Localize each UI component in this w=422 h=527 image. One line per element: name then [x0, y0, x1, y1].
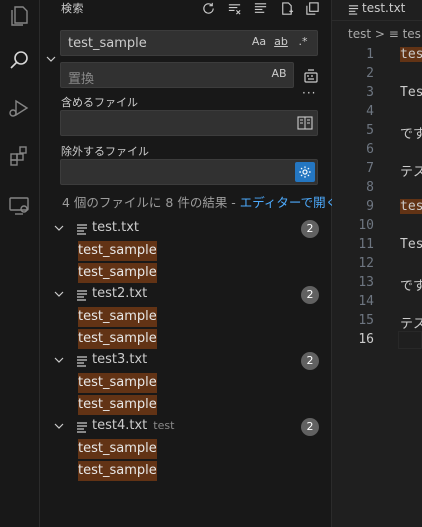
match-line[interactable]: test_sample	[78, 373, 157, 393]
remote-explorer-icon[interactable]	[2, 190, 36, 222]
results-summary: 4 個のファイルに 8 件の結果 - エディターで開く	[62, 192, 338, 211]
replace-options: AB	[271, 67, 287, 80]
result-file-name: test3.txt	[92, 352, 148, 367]
tab-label: test.txt	[362, 1, 406, 15]
code-line[interactable]: テス	[400, 161, 422, 180]
match-count-badge: 2	[301, 220, 319, 238]
collapse-all-icon[interactable]	[303, 0, 321, 16]
replace-placeholder: 置換	[68, 72, 95, 87]
clear-results-icon[interactable]	[225, 0, 243, 16]
line-number: 7	[366, 161, 374, 176]
line-number: 9	[366, 199, 374, 214]
view-as-tree-icon[interactable]	[251, 0, 269, 16]
line-number-active: 16	[358, 332, 374, 347]
tab-test-txt[interactable]: test.txt	[332, 0, 422, 20]
line-number: 1	[366, 47, 374, 62]
chevron-down-icon[interactable]	[53, 354, 65, 366]
match-line[interactable]: test_sample	[78, 329, 157, 349]
panel-actions	[199, 0, 321, 16]
line-number: 3	[366, 85, 374, 100]
result-file-row[interactable]: test2.txt 2	[40, 284, 330, 306]
search-icon[interactable]	[2, 44, 36, 76]
chevron-down-icon[interactable]	[53, 420, 65, 432]
line-number: 14	[358, 294, 374, 309]
chevron-down-icon[interactable]	[53, 288, 65, 300]
code-line[interactable]: テス	[400, 313, 422, 332]
match-line[interactable]: test_sample	[78, 439, 157, 459]
line-number: 11	[358, 237, 374, 252]
match-line[interactable]: test_sample	[78, 241, 157, 261]
result-file-dir: test	[153, 419, 175, 432]
result-file-row[interactable]: test.txt 2	[40, 218, 330, 240]
panel-title: 検索	[61, 2, 84, 15]
text-file-icon	[77, 224, 87, 235]
preserve-case-toggle[interactable]: AB	[271, 67, 287, 80]
result-file-row[interactable]: test3.txt 2	[40, 350, 330, 372]
text-file-icon	[348, 5, 359, 15]
include-files-label: 含めるファイル	[61, 96, 138, 109]
match-line[interactable]: test_sample	[78, 461, 157, 481]
use-regex-toggle[interactable]: .*	[295, 35, 311, 48]
line-number: 6	[366, 142, 374, 157]
code-line[interactable]: tes	[400, 199, 422, 214]
search-options: Aa ab .*	[251, 35, 311, 48]
line-number: 8	[366, 180, 374, 195]
search-input-value: test_sample	[68, 36, 147, 51]
run-debug-icon[interactable]	[2, 92, 36, 124]
line-number: 15	[358, 313, 374, 328]
code-line[interactable]: Tes	[400, 85, 422, 100]
text-file-icon	[77, 290, 87, 301]
breadcrumb[interactable]: test > ≡ tes	[348, 27, 421, 41]
result-file-row[interactable]: test4.txt test 2	[40, 416, 330, 438]
current-line-highlight[interactable]	[398, 331, 422, 349]
new-search-editor-icon[interactable]	[277, 0, 295, 16]
line-number: 2	[366, 66, 374, 81]
search-only-open-editors-icon[interactable]	[297, 116, 313, 130]
explorer-icon[interactable]	[2, 0, 36, 32]
files-to-include-input[interactable]	[60, 110, 318, 136]
line-number: 10	[358, 218, 374, 233]
match-line[interactable]: test_sample	[78, 263, 157, 283]
search-input[interactable]: test_sample Aa ab .*	[60, 30, 318, 56]
replace-input[interactable]: 置換 AB	[60, 62, 294, 88]
code-line[interactable]: です	[400, 123, 422, 142]
result-file-name: test4.txt test	[92, 418, 174, 433]
line-number: 12	[358, 256, 374, 271]
line-number: 13	[358, 275, 374, 290]
open-in-editor-link[interactable]: エディターで開く	[240, 195, 338, 210]
replace-all-icon[interactable]	[302, 66, 320, 84]
chevron-down-icon[interactable]	[53, 222, 65, 234]
editor-area: test.txt test > ≡ tes 1 2 3 4 5 6 7 8 9 …	[332, 0, 422, 527]
match-line[interactable]: test_sample	[78, 307, 157, 327]
activity-bar	[0, 0, 40, 527]
text-file-icon	[77, 356, 87, 367]
files-to-exclude-input[interactable]	[60, 159, 318, 185]
match-count-badge: 2	[301, 418, 319, 436]
toggle-replace-chevron-icon[interactable]	[44, 52, 58, 66]
use-exclude-settings-icon[interactable]	[295, 162, 315, 182]
search-panel: 検索 test_sample Aa ab .* 置換 AB ··· 含めるファイ…	[40, 0, 338, 527]
result-file-name: test.txt	[92, 220, 139, 235]
match-count-badge: 2	[301, 286, 319, 304]
match-whole-word-toggle[interactable]: ab	[273, 35, 289, 48]
refresh-icon[interactable]	[199, 0, 217, 16]
match-case-toggle[interactable]: Aa	[251, 35, 267, 48]
code-line[interactable]: Tes	[400, 237, 422, 252]
extensions-icon[interactable]	[2, 140, 36, 172]
text-file-icon	[77, 422, 87, 433]
exclude-files-label: 除外するファイル	[61, 145, 149, 158]
line-number: 4	[366, 104, 374, 119]
result-file-name-text: test4.txt	[92, 418, 148, 433]
match-line[interactable]: test_sample	[78, 395, 157, 415]
result-file-name: test2.txt	[92, 286, 148, 301]
toggle-search-details-icon[interactable]: ···	[302, 86, 316, 100]
code-line[interactable]: tes	[400, 47, 422, 62]
tab-bar: test.txt	[332, 0, 422, 21]
match-count-badge: 2	[301, 352, 319, 370]
results-summary-text: 4 個のファイルに 8 件の結果 -	[62, 195, 240, 210]
line-number: 5	[366, 123, 374, 138]
code-line[interactable]: です	[400, 275, 422, 294]
